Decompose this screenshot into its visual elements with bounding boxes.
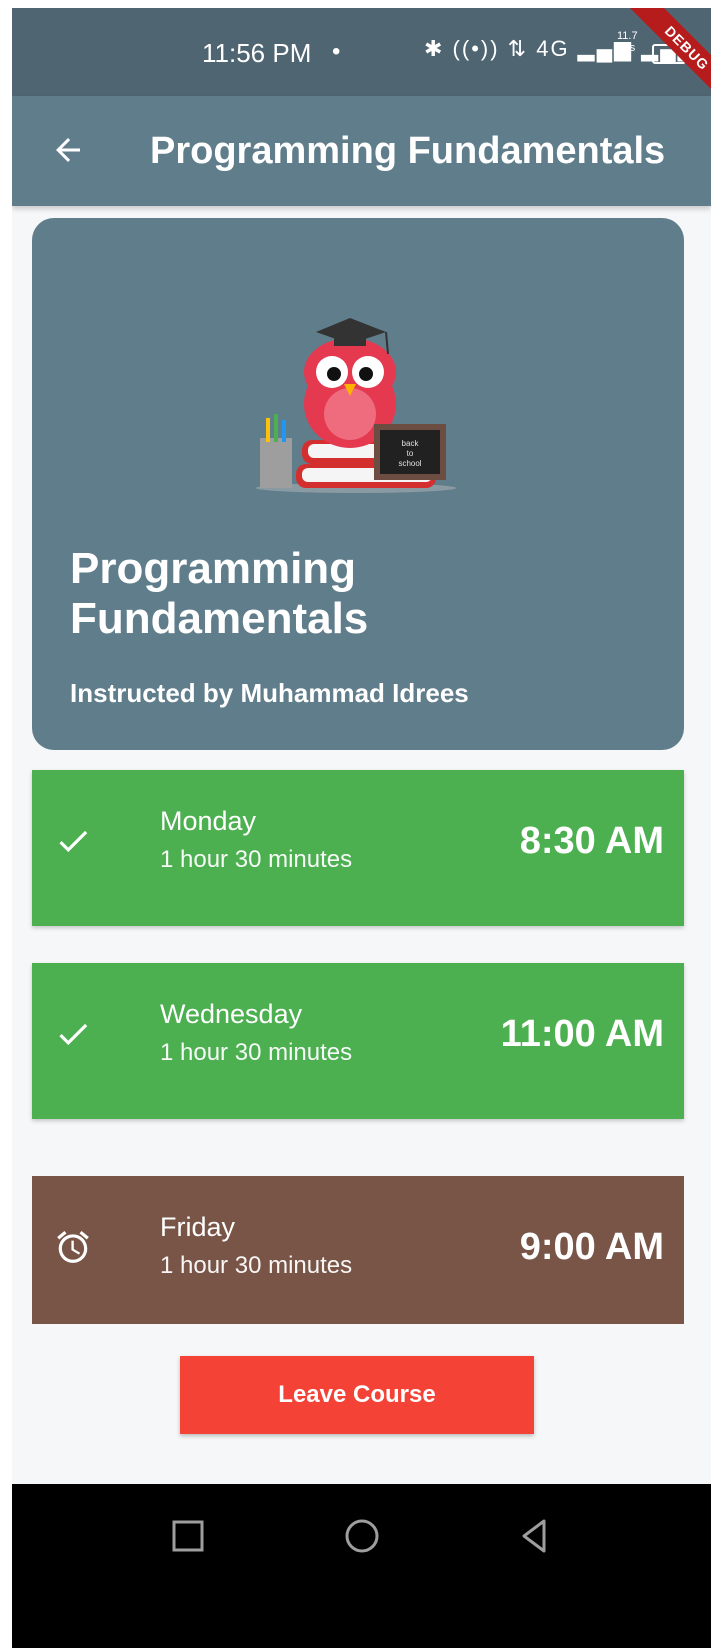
schedule-time: 8:30 AM <box>519 820 664 862</box>
status-dot: • <box>332 38 341 65</box>
arrow-back-icon[interactable] <box>50 132 86 168</box>
schedule-duration: 1 hour 30 minutes <box>160 1252 353 1279</box>
check-icon <box>59 830 88 853</box>
schedule-duration: 1 hour 30 minutes <box>160 1039 353 1066</box>
svg-text:to: to <box>407 449 414 458</box>
course-instructor: Instructed by Muhammad Idrees <box>70 678 469 708</box>
schedule-day: Monday <box>160 806 257 836</box>
square-recents-icon[interactable] <box>164 1512 212 1560</box>
svg-text:school: school <box>398 459 421 468</box>
network-speed-unit: K/s <box>619 42 636 54</box>
system-nav-bar <box>12 1484 711 1648</box>
page-title: Programming Fundamentals <box>150 130 666 172</box>
network-speed: 11.7 K/s <box>617 30 638 54</box>
check-icon <box>59 1023 88 1046</box>
schedule-day: Friday <box>160 1212 236 1242</box>
schedule-item-monday[interactable]: Monday 1 hour 30 minutes 8:30 AM <box>32 770 684 926</box>
owl-back-to-school-illustration: back to school <box>256 318 456 493</box>
svg-text:back: back <box>402 439 420 448</box>
status-bar: 11:56 PM • ✱ ((•)) ⇅ 4G ▂▄▆ ▂▄▆ 11.7 K/s… <box>12 8 711 110</box>
schedule-time: 9:00 AM <box>519 1226 664 1268</box>
schedule-day: Wednesday <box>160 999 303 1029</box>
app-bar: Programming Fundamentals <box>12 96 711 206</box>
schedule-time: 11:00 AM <box>500 1013 664 1055</box>
course-title: Programming Fundamentals <box>70 544 369 643</box>
status-time: 11:56 PM <box>202 38 312 68</box>
schedule-duration: 1 hour 30 minutes <box>160 846 353 873</box>
alarm-icon <box>57 1230 89 1263</box>
leave-course-button[interactable]: Leave Course <box>180 1356 534 1434</box>
app-screen: 11:56 PM • ✱ ((•)) ⇅ 4G ▂▄▆ ▂▄▆ 11.7 K/s… <box>12 8 711 1648</box>
schedule-item-wednesday[interactable]: Wednesday 1 hour 30 minutes 11:00 AM <box>32 963 684 1119</box>
network-speed-value: 11.7 <box>617 30 638 42</box>
course-card: back to school Programming Fundamentals … <box>32 218 684 750</box>
triangle-back-icon[interactable] <box>510 1512 558 1560</box>
schedule-item-friday[interactable]: Friday 1 hour 30 minutes 9:00 AM <box>32 1176 684 1324</box>
circle-home-icon[interactable] <box>338 1512 386 1560</box>
